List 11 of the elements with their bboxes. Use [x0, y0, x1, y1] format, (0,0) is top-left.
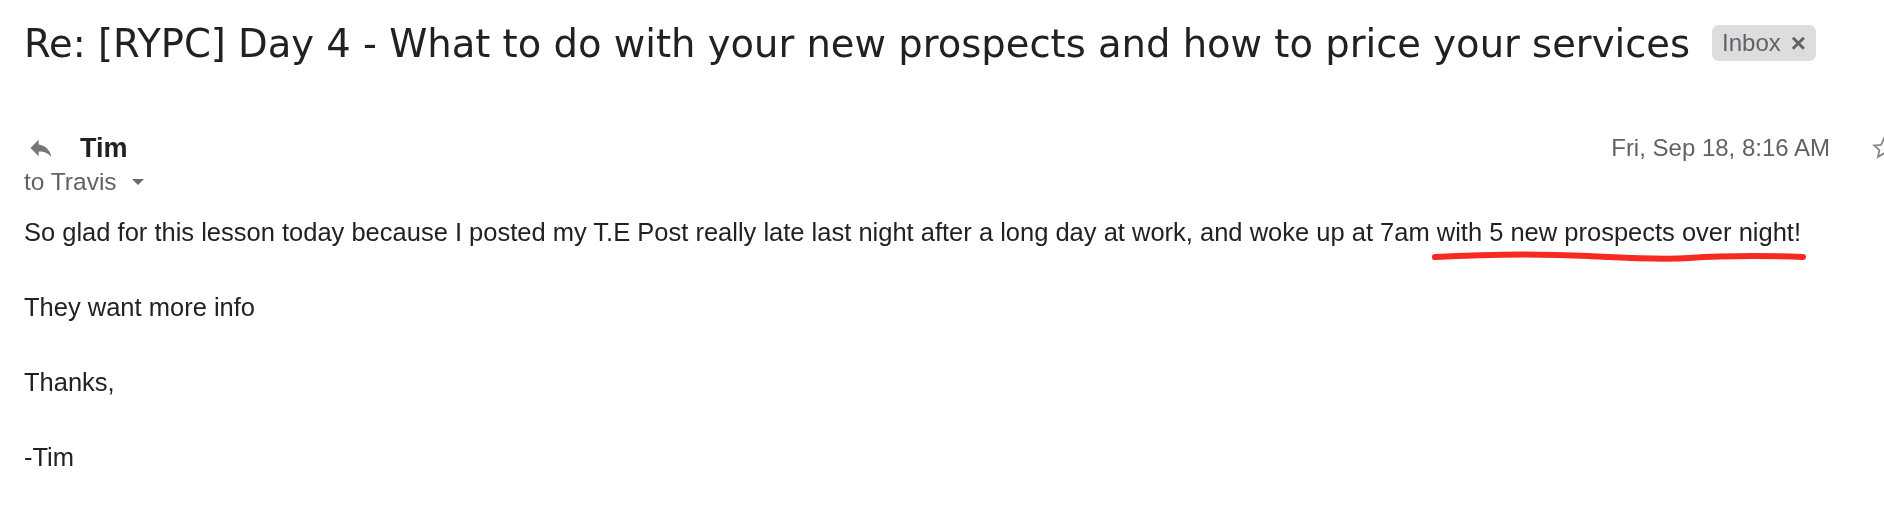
- message-paragraph: -Tim: [24, 443, 75, 471]
- email-subject: Re: [RYPC] Day 4 - What to do with your new prospects and how to price your services: [24, 20, 1691, 66]
- message-paragraph: So glad for this lesson today because I posted my T.E Post really late last night after a long day at work, and woke up at 7am with 5 new prospects over night!: [24, 218, 1801, 246]
- message-date: Fri, Sep 18, 8:16 AM: [1611, 134, 1830, 162]
- remove-label-button[interactable]: ×: [1790, 30, 1806, 56]
- sender-name: Tim: [80, 132, 128, 164]
- recipient-text: to Travis: [24, 168, 117, 196]
- message-paragraph: They want more info: [24, 293, 256, 321]
- dropdown-caret-icon[interactable]: [130, 178, 145, 186]
- label-text: Inbox: [1722, 29, 1781, 57]
- message-paragraph: Thanks,: [24, 368, 115, 396]
